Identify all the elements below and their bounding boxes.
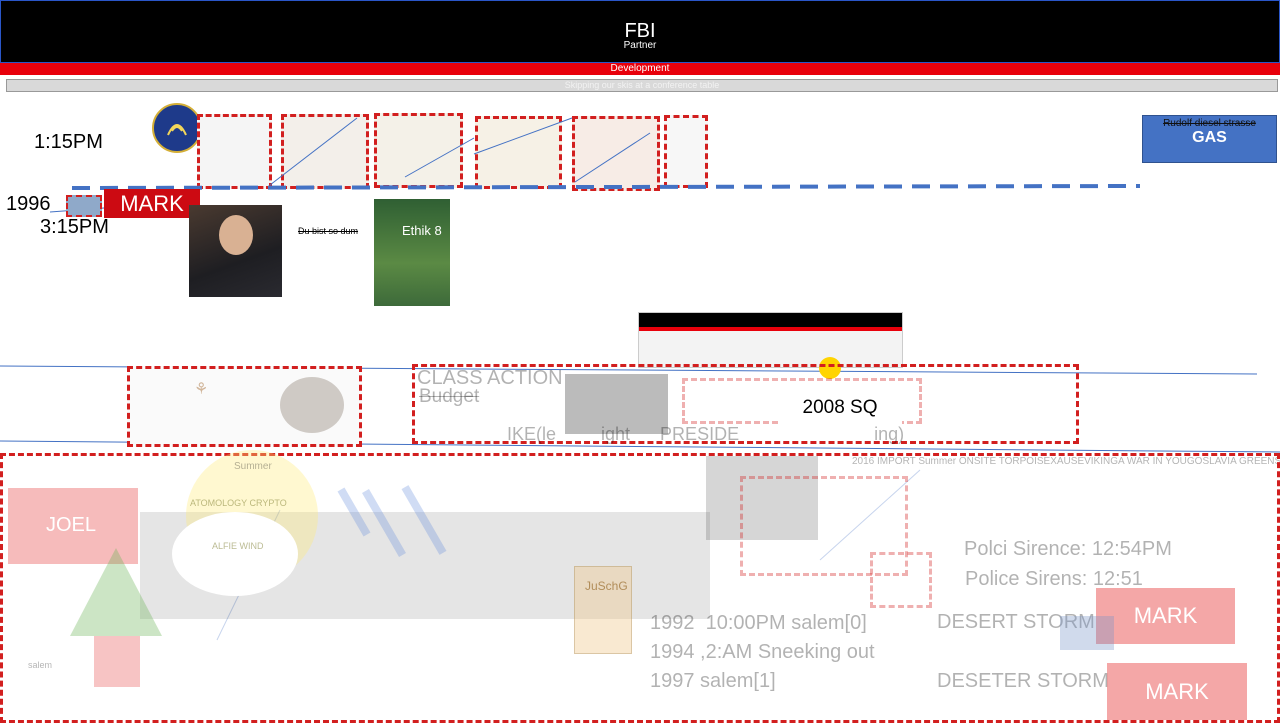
time-label-1: 1:15PM [34, 131, 103, 153]
red-block [94, 636, 140, 687]
gas-label: GAS [1192, 129, 1227, 146]
ike-line: IKE(le ight PRESIDE ing) [507, 424, 905, 444]
year-sq-label: 2008 SQ [778, 394, 902, 424]
book-cover: Ethik 8 [374, 199, 450, 306]
mark-badge-3[interactable]: MARK [1107, 663, 1247, 720]
salem-label: salem [28, 660, 53, 670]
faint-thumbnail [1060, 616, 1114, 650]
summer-label: Summer [234, 461, 272, 472]
sirens-1: Polci Sirence: 12:54PM [964, 538, 1172, 560]
budget-label: Budget [419, 386, 480, 407]
time-label-2: 3:15PM [40, 216, 109, 238]
portrait-photo [189, 205, 282, 297]
storm-2: DESETER STORM [937, 670, 1109, 692]
faint-frame-3 [870, 552, 932, 608]
timeline-3: 1997 salem[1] [650, 670, 776, 692]
police-badge-icon [280, 377, 344, 433]
mark-badge-2[interactable]: MARK [1096, 588, 1235, 644]
white-circle-icon [172, 512, 298, 596]
gas-box[interactable]: Rudolf diesel strasse GAS [1142, 115, 1277, 163]
law-book-cover: JuSchG [574, 566, 632, 654]
oakley-logo-icon: ⚘ [194, 381, 209, 398]
year-label: 1996 [6, 193, 51, 215]
strike-note: Du bist so dum [298, 226, 359, 236]
book-title: Ethik 8 [402, 223, 442, 238]
law-book-title: JuSchG [585, 579, 628, 593]
logo-frame[interactable]: ⚘ [127, 366, 362, 447]
circle-top-text: ATOMOLOGY CRYPTO [190, 498, 287, 508]
green-triangle-icon [70, 548, 162, 636]
joel-label: JOEL [46, 514, 97, 536]
embedded-screenshot [638, 312, 903, 379]
gas-street: Rudolf diesel strasse [1163, 118, 1256, 129]
mark-badge[interactable]: MARK [104, 189, 200, 218]
thumbnail-icon [66, 195, 102, 217]
circle-bottom-text: ALFIE WIND [212, 541, 264, 551]
timeline-2: 1994 ,2:AM Sneeking out [650, 641, 875, 663]
timeline-1: 1992 10:00PM salem[0] [650, 612, 867, 634]
